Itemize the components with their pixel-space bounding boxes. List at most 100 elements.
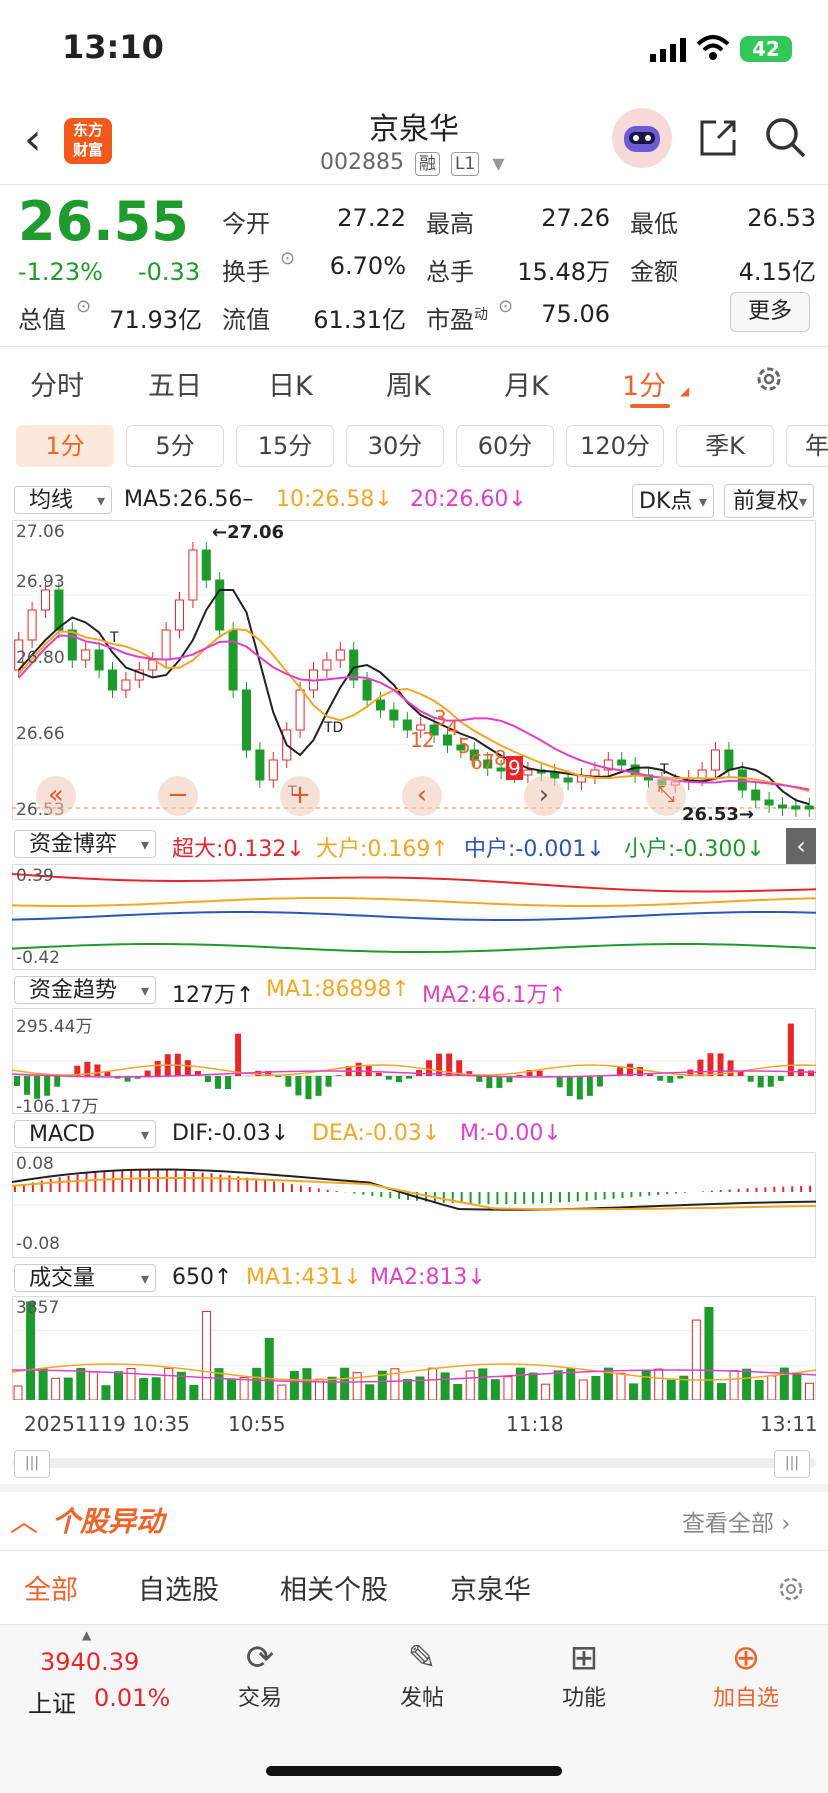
index-pct[interactable]: 0.01% <box>94 1684 170 1712</box>
high-value: 27.26 <box>520 204 610 232</box>
nav-trade[interactable]: ⟳ 交易 <box>200 1636 320 1712</box>
zoom-in-icon[interactable]: + <box>280 776 320 816</box>
ma-selector[interactable]: 均线 <box>14 486 112 514</box>
range-slider-track[interactable] <box>12 1458 816 1468</box>
trend-bar <box>326 1076 332 1087</box>
macd-selector[interactable]: MACD <box>14 1120 156 1148</box>
search-icon[interactable] <box>764 116 808 164</box>
status-time: 13:10 <box>62 28 164 66</box>
volume-bar <box>14 1386 22 1400</box>
range-slider-right-handle[interactable]: ||| <box>774 1450 810 1478</box>
low-annotation: 26.53→ <box>682 804 754 825</box>
view-all-link[interactable]: 查看全部 › <box>682 1504 791 1538</box>
trend-bar <box>406 1076 412 1079</box>
news-tab-related[interactable]: 相关个股 <box>280 1568 388 1607</box>
candle <box>82 650 90 660</box>
chevron-up-icon[interactable]: ︿ <box>10 1500 38 1540</box>
trend-bar <box>356 1063 362 1076</box>
candle <box>765 800 773 805</box>
chip-quarter-k[interactable]: 季K <box>676 425 774 467</box>
trend-bar <box>517 1075 523 1076</box>
news-tab-stock[interactable]: 京泉华 <box>450 1568 531 1607</box>
chip-15min[interactable]: 15分 <box>236 425 334 467</box>
change-value: -0.33 <box>138 258 200 286</box>
scroll-right-icon[interactable]: › <box>524 776 564 816</box>
fund-trend-chart[interactable] <box>12 1008 816 1114</box>
volume-chart[interactable] <box>12 1296 816 1400</box>
volume-ma2: MA2:813↓ <box>370 1265 486 1290</box>
volume-bar <box>504 1377 512 1400</box>
index-value[interactable]: 3940.39 <box>40 1648 139 1676</box>
stock-code-row[interactable]: 002885 融 L1 ▼ <box>320 150 505 176</box>
macd-chart[interactable] <box>12 1152 816 1258</box>
tab-1min[interactable]: 1分 <box>622 364 666 403</box>
adjustment-button[interactable]: 前复权 <box>724 484 814 518</box>
kline-chart[interactable] <box>12 520 816 820</box>
nav-functions[interactable]: ⊞ 功能 <box>524 1636 644 1712</box>
collapse-panel-icon[interactable]: ‹ <box>786 828 816 864</box>
reset-icon[interactable]: ⤡ <box>646 776 686 816</box>
chip-60min[interactable]: 60分 <box>456 425 554 467</box>
share-icon[interactable] <box>696 116 740 164</box>
volume-bar <box>64 1378 72 1400</box>
fund-game-selector[interactable]: 资金博弈 <box>14 830 156 858</box>
signal-icon <box>650 38 690 66</box>
nav-post[interactable]: ✎ 发帖 <box>362 1636 482 1712</box>
robot-assistant-icon[interactable] <box>612 108 672 168</box>
td-count: 3 <box>434 706 447 730</box>
chip-30min[interactable]: 30分 <box>346 425 444 467</box>
settings-gear-icon[interactable] <box>776 1574 806 1608</box>
chip-5min[interactable]: 5分 <box>126 425 224 467</box>
candle <box>41 590 49 610</box>
info-icon[interactable]: ⊙ <box>498 296 513 317</box>
amount-label: 金额 <box>630 252 678 287</box>
tab-five-day[interactable]: 五日 <box>148 364 202 403</box>
super-large-value: 超大:0.132↓ <box>172 831 305 863</box>
tab-monthly-k[interactable]: 月K <box>504 364 549 403</box>
tab-intraday[interactable]: 分时 <box>30 364 84 403</box>
time-label: 11:18 <box>506 1412 564 1436</box>
news-tab-all[interactable]: 全部 <box>24 1568 78 1607</box>
abnormal-divider <box>0 1550 828 1551</box>
volume-bar <box>579 1380 587 1400</box>
fund-game-chart[interactable] <box>12 864 816 970</box>
volume-selector[interactable]: 成交量 <box>14 1264 156 1292</box>
scroll-left-icon[interactable]: ‹ <box>402 776 442 816</box>
zoom-out-icon[interactable]: − <box>158 776 198 816</box>
fund-trend-selector[interactable]: 资金趋势 <box>14 976 156 1004</box>
trend-bar <box>436 1054 442 1076</box>
chip-year-k[interactable]: 年 <box>786 425 828 467</box>
turnover-value: 6.70% <box>320 252 406 280</box>
corner-triangle-icon: ◢ <box>680 384 689 398</box>
volume-bar <box>165 1368 173 1400</box>
candle <box>323 660 331 670</box>
volume-bar <box>253 1368 261 1400</box>
edit-icon: ✎ <box>362 1636 482 1680</box>
chip-1min[interactable]: 1分 <box>16 425 114 467</box>
dk-point-button[interactable]: DK点 <box>632 484 714 518</box>
trend-bar <box>376 1073 382 1076</box>
info-icon[interactable]: ⊙ <box>76 296 91 317</box>
index-name[interactable]: 上证 <box>28 1684 76 1719</box>
trend-bar <box>587 1076 593 1096</box>
tab-daily-k[interactable]: 日K <box>268 364 313 403</box>
open-label: 今开 <box>222 204 270 239</box>
nav-add-watchlist[interactable]: ⊕ 加自选 <box>686 1636 806 1712</box>
gear-icon[interactable] <box>752 362 786 400</box>
trend-bar <box>567 1076 573 1096</box>
td-count: 2 <box>422 728 435 752</box>
td-count: 6 <box>470 750 483 774</box>
chip-120min[interactable]: 120分 <box>566 425 664 467</box>
volume-bar <box>667 1380 675 1400</box>
amount-value: 4.15亿 <box>720 252 816 287</box>
info-icon[interactable]: ⊙ <box>280 248 295 269</box>
range-slider-left-handle[interactable]: ||| <box>14 1450 50 1478</box>
float-label: 流值 <box>222 300 270 335</box>
volume-bar <box>642 1371 650 1400</box>
volume-bar <box>278 1385 286 1400</box>
tab-weekly-k[interactable]: 周K <box>386 364 431 403</box>
more-button[interactable]: 更多 <box>730 292 810 332</box>
scroll-left-fast-icon[interactable]: « <box>36 776 76 816</box>
news-tab-watchlist[interactable]: 自选股 <box>138 1568 219 1607</box>
td-count: 4 <box>446 716 459 740</box>
